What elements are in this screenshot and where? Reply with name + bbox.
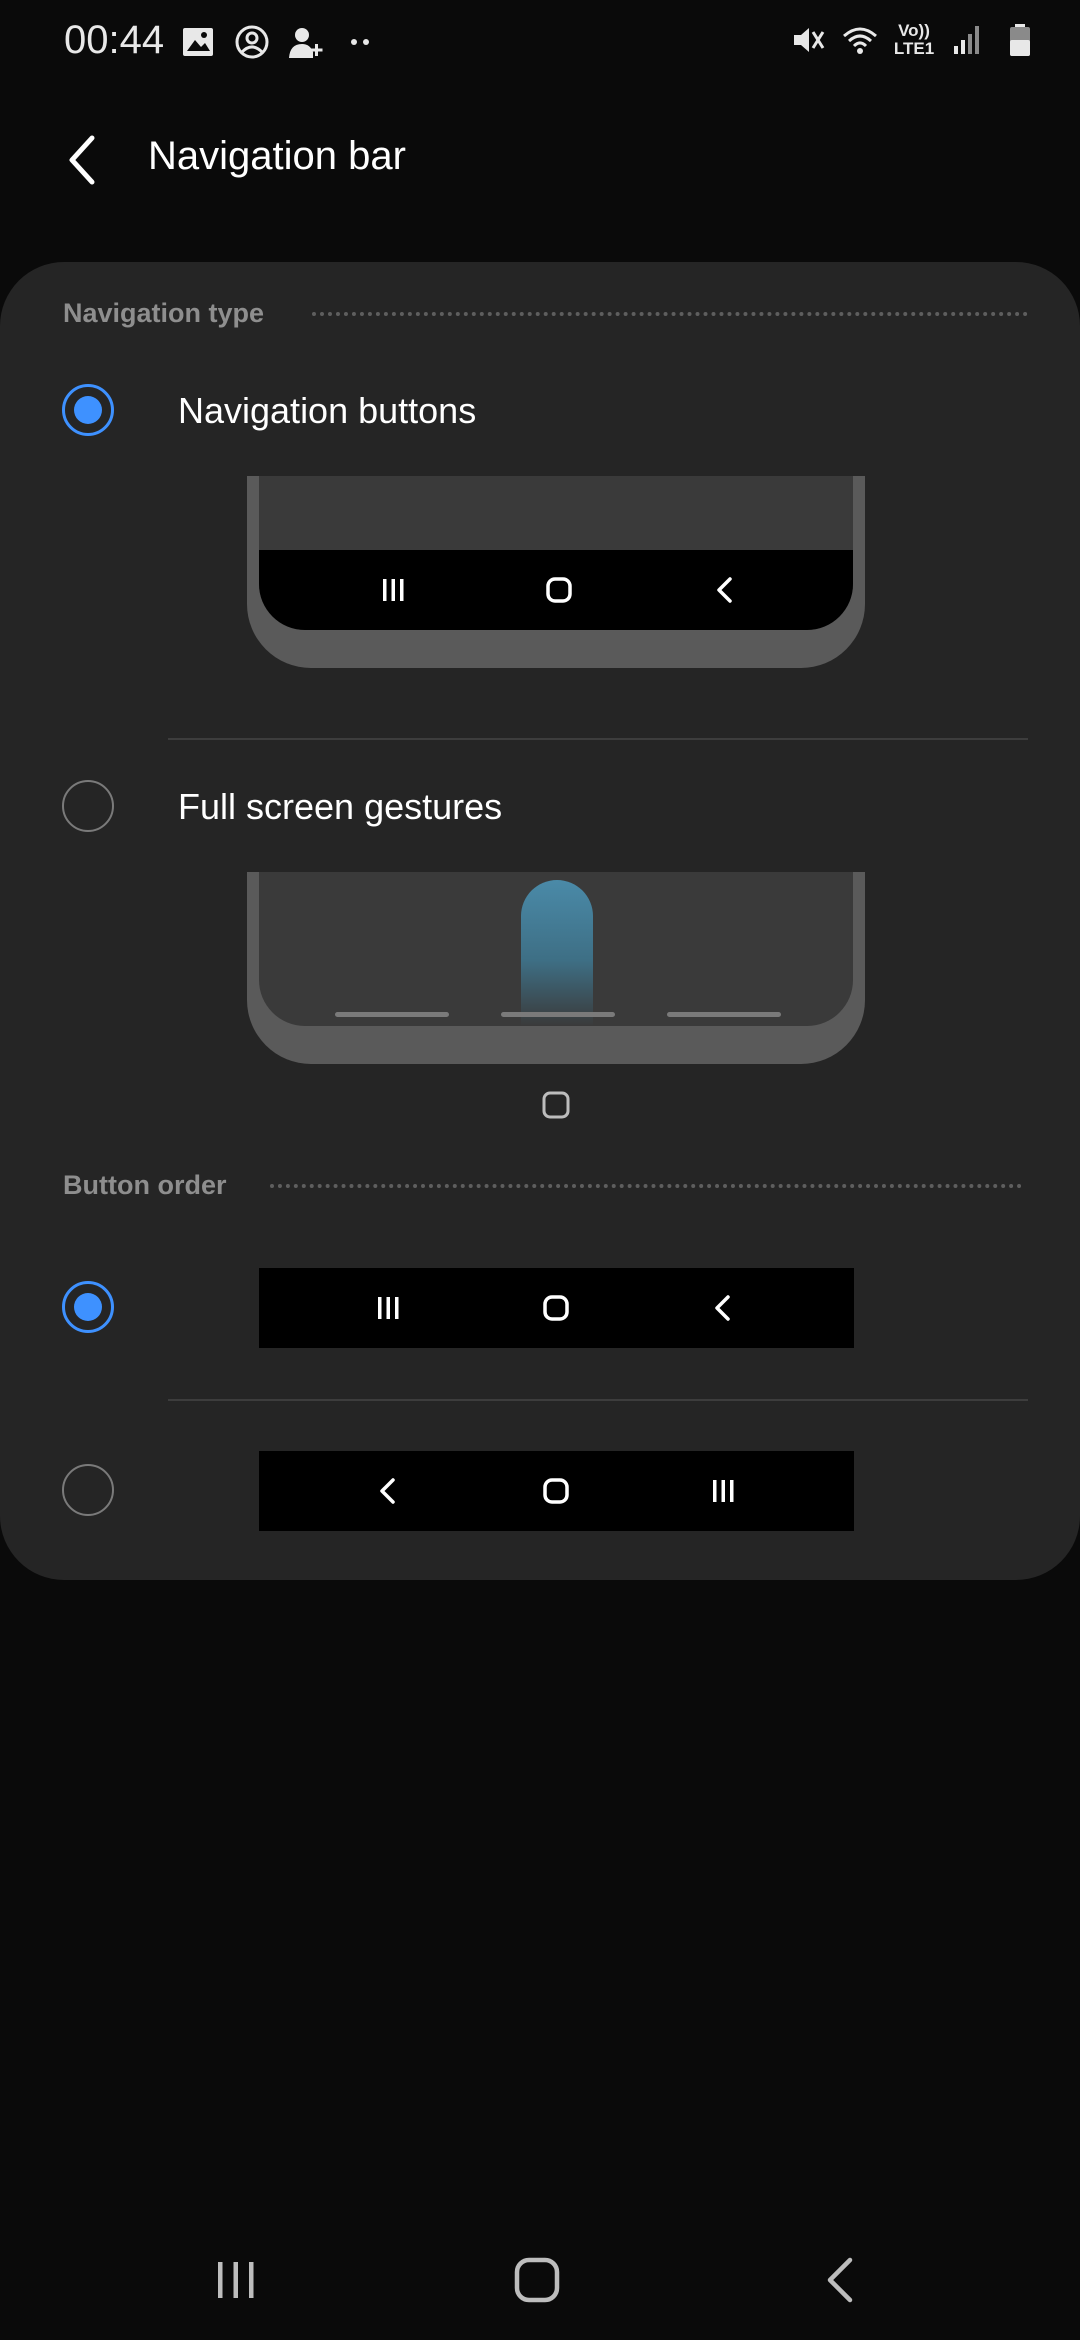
battery-icon	[1010, 24, 1030, 56]
person-add-icon	[289, 28, 323, 58]
gesture-hint-line	[667, 1012, 781, 1017]
home-icon[interactable]	[507, 2250, 567, 2310]
volte-lte-icon: Vo)) LTE1	[892, 22, 936, 58]
section-divider-dotted	[270, 1184, 1022, 1188]
volte-label: Vo))	[898, 21, 930, 40]
full-screen-gestures-preview	[247, 872, 865, 1064]
navigation-type-header: Navigation type	[63, 298, 265, 328]
back-icon	[717, 577, 732, 603]
preview-nav-strip	[259, 550, 853, 630]
recents-icon	[713, 1480, 734, 1502]
system-navigation-bar	[0, 2220, 1080, 2340]
home-icon	[546, 577, 572, 603]
back-button[interactable]	[48, 124, 120, 196]
app-bar: Navigation bar	[0, 110, 1080, 210]
back-icon	[380, 1478, 395, 1504]
section-divider-dotted	[312, 312, 1028, 316]
button-order-header: Button order	[63, 1170, 227, 1200]
recents-icon[interactable]	[206, 2250, 266, 2310]
status-right-icons: Vo)) LTE1	[788, 20, 1040, 60]
navigation-buttons-radio[interactable]	[62, 384, 114, 436]
mute-icon	[794, 28, 825, 52]
wifi-icon	[843, 27, 877, 54]
home-icon	[543, 1478, 569, 1504]
more-dots-icon	[351, 39, 369, 45]
lte-label: LTE1	[893, 39, 935, 58]
gesture-hint-line	[501, 1012, 615, 1017]
button-order-1-preview	[259, 1268, 854, 1348]
back-icon[interactable]	[810, 2250, 870, 2310]
gesture-hint-line	[335, 1012, 449, 1017]
option-divider	[168, 738, 1028, 740]
status-time: 00:44	[64, 18, 165, 62]
image-icon	[183, 28, 213, 56]
navigation-buttons-preview	[247, 476, 865, 668]
back-icon	[715, 1295, 730, 1321]
status-left-icons	[178, 22, 380, 62]
home-icon	[542, 1091, 570, 1119]
settings-card: Navigation type Navigation buttons Full …	[0, 262, 1080, 1580]
preview-screen	[259, 872, 853, 1026]
swipe-gesture-indicator	[521, 880, 593, 1026]
preview-screen	[259, 476, 853, 630]
full-screen-gestures-label: Full screen gestures	[178, 786, 503, 827]
page-title: Navigation bar	[148, 134, 406, 178]
status-bar: 00:44 Vo)) LTE1	[0, 0, 1080, 86]
button-order-2-radio[interactable]	[62, 1464, 114, 1516]
signal-icon	[954, 26, 979, 54]
account-circle-icon	[235, 25, 269, 59]
button-order-2-preview	[259, 1451, 854, 1531]
recents-icon	[378, 1297, 399, 1319]
option-divider	[168, 1399, 1028, 1401]
button-order-1-radio[interactable]	[62, 1281, 114, 1333]
full-screen-gestures-radio[interactable]	[62, 780, 114, 832]
home-icon	[543, 1295, 569, 1321]
navigation-buttons-label: Navigation buttons	[178, 390, 477, 431]
recents-icon	[383, 579, 404, 601]
